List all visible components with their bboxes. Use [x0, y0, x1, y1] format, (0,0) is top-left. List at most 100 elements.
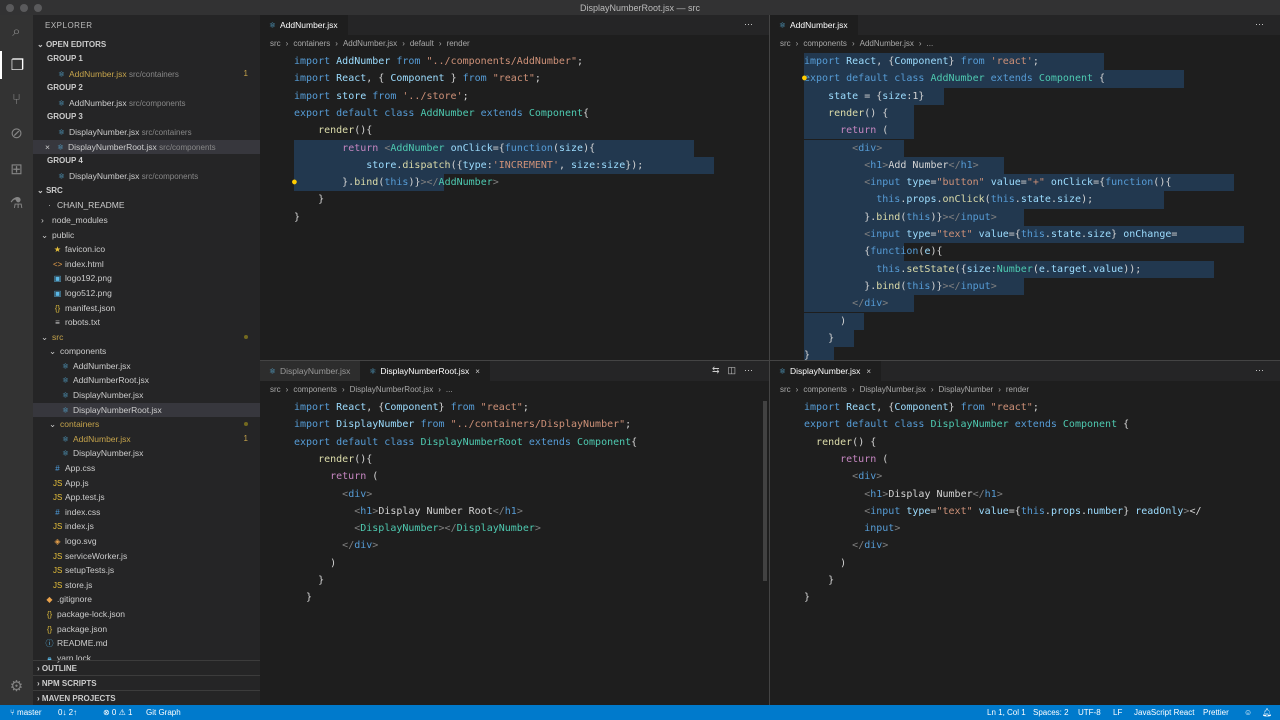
- tree-file[interactable]: JS index.js: [33, 519, 260, 534]
- editor-tab[interactable]: ⚛ DisplayNumberRoot.jsx ×: [360, 361, 490, 381]
- language-mode[interactable]: JavaScript React: [1134, 705, 1194, 720]
- folder-src-header[interactable]: ⌄ SRC: [33, 183, 260, 198]
- tree-file[interactable]: <> index.html: [33, 257, 260, 272]
- editor-pane-top-left[interactable]: ⚛ AddNumber.jsx ⋯ src › containers › AddNumber.…: [260, 15, 769, 360]
- tree-file[interactable]: JS App.test.js: [33, 490, 260, 505]
- eol-status[interactable]: LF: [1113, 705, 1122, 720]
- breadcrumb-item[interactable]: AddNumber.jsx: [860, 39, 914, 48]
- breadcrumb-item[interactable]: components: [293, 385, 337, 394]
- close-icon[interactable]: ×: [45, 142, 50, 152]
- close-tab-icon[interactable]: ×: [866, 367, 871, 376]
- code-editor[interactable]: import React, {Component} from 'react'; e…: [770, 53, 1280, 360]
- open-changes-icon[interactable]: ⇆: [712, 365, 728, 375]
- more-actions-icon[interactable]: ⋯: [1255, 365, 1272, 375]
- editor-pane-bottom-left[interactable]: ⚛ DisplayNumber.jsx ⚛ DisplayNumberRoot.jsx…: [260, 361, 769, 705]
- breadcrumb-item[interactable]: src: [780, 39, 791, 48]
- breadcrumb-item[interactable]: DisplayNumber: [939, 385, 994, 394]
- tree-file[interactable]: · CHAIN_README: [33, 198, 260, 213]
- tree-file[interactable]: JS store.js: [33, 578, 260, 593]
- editor-pane-bottom-right[interactable]: ⚛ DisplayNumber.jsx × ⋯ src › components › Displ…: [770, 361, 1280, 705]
- zoom-window-icon[interactable]: [34, 4, 42, 12]
- tree-folder[interactable]: ⌄ containers: [33, 417, 260, 432]
- test-flask-icon[interactable]: ⚗: [0, 189, 33, 217]
- editor-tab[interactable]: ⚛ AddNumber.jsx: [770, 15, 858, 35]
- close-window-icon[interactable]: [6, 4, 14, 12]
- tree-file[interactable]: ◈ logo.svg: [33, 534, 260, 549]
- minimize-window-icon[interactable]: [20, 4, 28, 12]
- vertical-scrollbar[interactable]: [763, 401, 767, 581]
- breadcrumb-item[interactable]: components: [803, 39, 847, 48]
- breadcrumb-item[interactable]: DisplayNumberRoot.jsx: [350, 385, 434, 394]
- more-actions-icon[interactable]: ⋯: [744, 365, 761, 375]
- git-branch[interactable]: ⑂ master: [10, 705, 41, 720]
- code-editor[interactable]: import AddNumber from "../components/Add…: [260, 53, 769, 360]
- breadcrumb-item[interactable]: ...: [446, 385, 453, 394]
- prettier-status[interactable]: Prettier: [1203, 705, 1229, 720]
- breadcrumb-item[interactable]: render: [1006, 385, 1029, 394]
- tree-folder[interactable]: ⌄ components: [33, 344, 260, 359]
- editor-tab[interactable]: ⚛ DisplayNumber.jsx ×: [770, 361, 882, 381]
- settings-gear-icon[interactable]: ⚙: [0, 672, 33, 700]
- editor-tab[interactable]: ⚛ DisplayNumber.jsx: [260, 361, 361, 381]
- tree-file[interactable]: {} package-lock.json: [33, 607, 260, 622]
- lightbulb-icon[interactable]: ●: [802, 73, 807, 82]
- footer-section-header[interactable]: › MAVEN PROJECTS: [33, 690, 260, 705]
- explorer-icon[interactable]: ❐: [0, 51, 33, 79]
- tree-file[interactable]: JS setupTests.js: [33, 563, 260, 578]
- lightbulb-icon[interactable]: ●: [292, 177, 297, 186]
- tree-file[interactable]: {} manifest.json: [33, 301, 260, 316]
- open-editor-item[interactable]: ⚛ DisplayNumber.jsx src/containers: [33, 125, 260, 140]
- tree-file[interactable]: ⚛ DisplayNumberRoot.jsx: [33, 402, 260, 418]
- open-editor-item[interactable]: × ⚛ DisplayNumberRoot.jsx src/components: [33, 139, 260, 155]
- source-control-icon[interactable]: ⑂: [0, 85, 33, 113]
- tree-file[interactable]: ≡ robots.txt: [33, 315, 260, 330]
- tree-file[interactable]: ⚛ DisplayNumber.jsx: [33, 388, 260, 403]
- more-actions-icon[interactable]: ⋯: [744, 19, 761, 29]
- more-actions-icon[interactable]: ⋯: [1255, 19, 1272, 29]
- code-editor[interactable]: import React, {Component} from "react"; i…: [260, 399, 769, 705]
- open-editors-header[interactable]: ⌄ OPEN EDITORS: [33, 37, 260, 52]
- open-editor-item[interactable]: ⚛ DisplayNumber.jsx src/components: [33, 169, 260, 184]
- breadcrumb-item[interactable]: render: [447, 39, 470, 48]
- account-icon[interactable]: ☺: [1244, 705, 1252, 720]
- notifications-bell-icon[interactable]: 🔔︎: [1262, 705, 1272, 720]
- debug-icon[interactable]: ⊘: [0, 119, 33, 147]
- indentation-status[interactable]: Spaces: 2: [1033, 705, 1069, 720]
- tree-folder[interactable]: ⌄ public: [33, 228, 260, 243]
- problems-status[interactable]: ⊗ 0 ⚠ 1: [103, 705, 132, 720]
- breadcrumb-item[interactable]: DisplayNumber.jsx: [860, 385, 926, 394]
- breadcrumb-item[interactable]: src: [270, 385, 281, 394]
- split-editor-icon[interactable]: ◫: [727, 365, 744, 375]
- open-editor-item[interactable]: ⚛ AddNumber.jsx src/components: [33, 96, 260, 111]
- tree-folder[interactable]: › node_modules: [33, 213, 260, 228]
- search-icon[interactable]: ⌕: [0, 17, 33, 45]
- open-editor-item[interactable]: ⚛ AddNumber.jsx src/containers 1: [33, 67, 260, 82]
- close-tab-icon[interactable]: ×: [475, 367, 480, 376]
- tree-file[interactable]: ⚛ AddNumber.jsx 1: [33, 432, 260, 447]
- tree-file[interactable]: ⚛ AddNumberRoot.jsx: [33, 373, 260, 388]
- tree-file[interactable]: ⚛ DisplayNumber.jsx: [33, 446, 260, 461]
- tree-file[interactable]: ▣ logo512.png: [33, 286, 260, 301]
- tree-file[interactable]: # index.css: [33, 505, 260, 520]
- tree-file[interactable]: ⓘ README.md: [33, 636, 260, 651]
- git-graph-button[interactable]: Git Graph: [146, 705, 181, 720]
- cursor-position[interactable]: Ln 1, Col 1: [987, 705, 1026, 720]
- breadcrumb-item[interactable]: components: [803, 385, 847, 394]
- tree-file[interactable]: {} package.json: [33, 622, 260, 637]
- editor-pane-top-right[interactable]: ⚛ AddNumber.jsx ⋯ src › components › AddNumber.…: [770, 15, 1280, 360]
- tree-file[interactable]: JS serviceWorker.js: [33, 549, 260, 564]
- breadcrumb-item[interactable]: src: [780, 385, 791, 394]
- breadcrumb-item[interactable]: src: [270, 39, 281, 48]
- tree-file[interactable]: ⚛ AddNumber.jsx: [33, 359, 260, 374]
- tree-file[interactable]: ▣ logo192.png: [33, 271, 260, 286]
- sync-status[interactable]: 0↓ 2↑: [58, 705, 77, 720]
- tree-file[interactable]: JS App.js: [33, 476, 260, 491]
- editor-tab[interactable]: ⚛ AddNumber.jsx: [260, 15, 348, 35]
- code-editor[interactable]: import React, {Component} from "react"; e…: [770, 399, 1280, 705]
- breadcrumb-item[interactable]: ...: [927, 39, 934, 48]
- breadcrumb-item[interactable]: default: [410, 39, 434, 48]
- encoding-status[interactable]: UTF-8: [1078, 705, 1101, 720]
- footer-section-header[interactable]: › NPM SCRIPTS: [33, 675, 260, 690]
- footer-section-header[interactable]: › OUTLINE: [33, 660, 260, 675]
- tree-file[interactable]: ★ favicon.ico: [33, 242, 260, 257]
